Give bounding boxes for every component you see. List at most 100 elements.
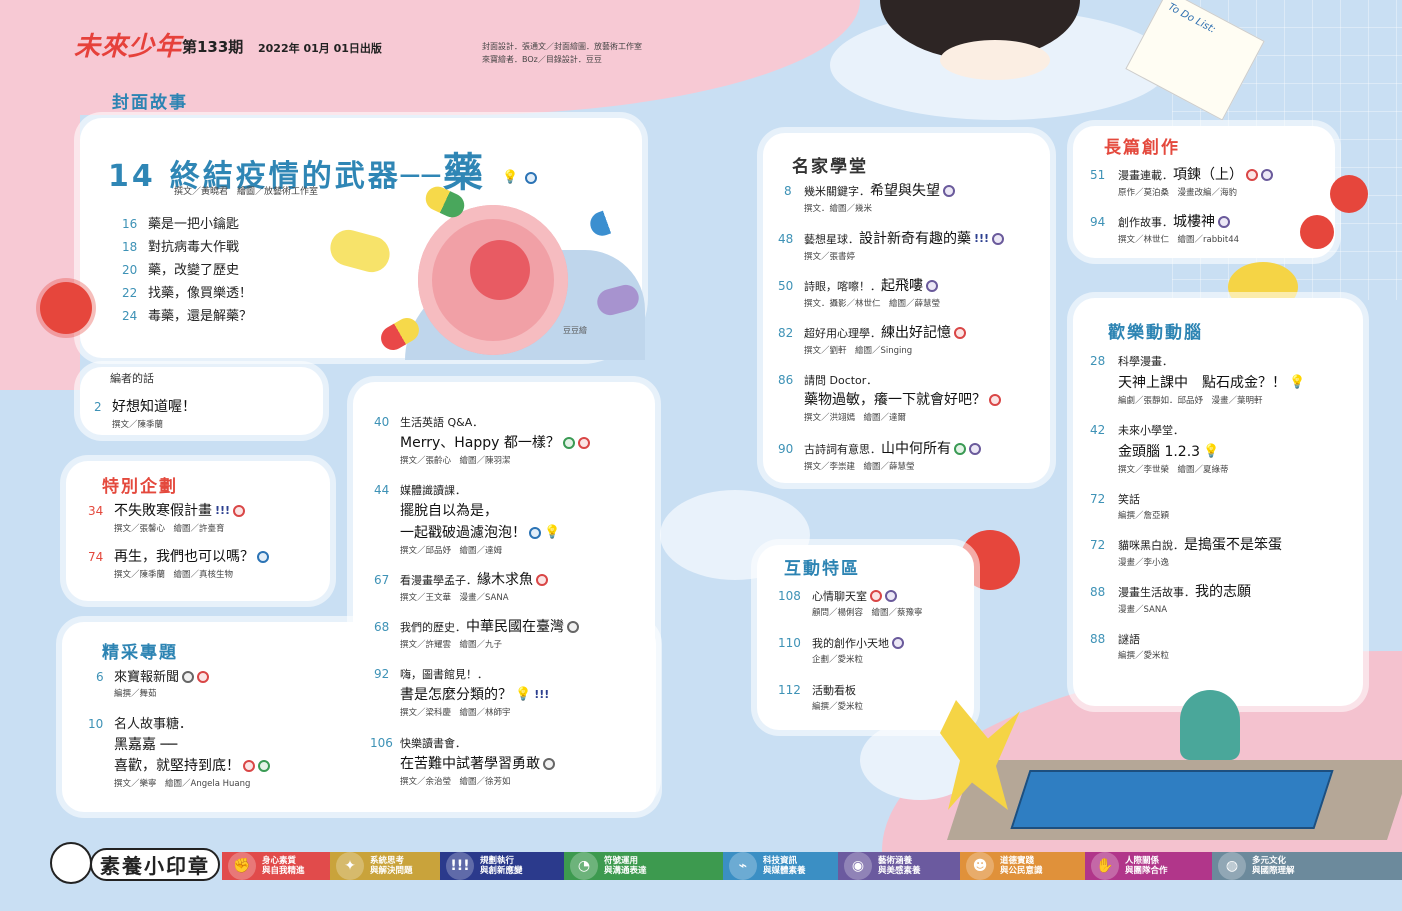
masters-item[interactable]: 48 藝想星球．設計新奇有趣的藥!!! 撰文／張書婷 [778, 228, 1005, 262]
bulb-icon: 💡 [515, 686, 532, 702]
burst-icon: !!! [215, 503, 231, 517]
middle-item-title[interactable]: 書是怎麼分類的？ 💡!!! 撰文／梁科慶 繪圖／林師宇 [400, 684, 549, 718]
middle-item[interactable]: 68 我們的歷史．中華民國在臺灣 撰文／許耀雲 繪圖／九子 [374, 616, 579, 650]
feature-item-title[interactable]: 喜歡，就堅持到底！ 撰文／樂寧 繪圖／Angela Huang [114, 755, 270, 789]
interactive-item[interactable]: 108 心情聊天室 顧問／楊俐容 繪圖／蔡豫寧 [778, 585, 923, 618]
cell-nucleus-illustration [470, 240, 530, 300]
cover-item[interactable]: 24 毒藥，還是解藥？ [122, 305, 252, 324]
literacy-segment: !!! 規劃執行 與創新應變 [440, 852, 570, 880]
fun-item[interactable]: 72 笑話 編撰／詹亞穎 [1090, 488, 1169, 521]
fun-item-title[interactable]: 金頭腦 1.2.3 💡 撰文／李世榮 繪圖／夏綠蒂 [1118, 441, 1229, 475]
fun-item[interactable]: 88 漫畫生活故事．我的志願 漫畫／SANA [1090, 581, 1251, 615]
feature-item-title[interactable]: 黑嘉嘉 ── [114, 734, 177, 754]
middle-item[interactable]: 40 生活英語 Q&A． [374, 411, 483, 430]
literacy-segment: ☻ 道德實踐 與公民意識 [960, 852, 1085, 880]
middle-item[interactable]: 106 快樂讀書會． [370, 732, 466, 751]
palette-icon [1261, 168, 1273, 181]
masters-item-title[interactable]: 藥物過敏，癢一下就會好吧？ 撰文／洪翊嫣 繪圖／達爾 [804, 389, 1001, 423]
bulb-icon: 💡 [1289, 374, 1306, 390]
literacy-segment: ✋ 人際關係 與團隊合作 [1085, 852, 1215, 880]
section-title-feature: 精采專題 [98, 638, 182, 664]
cover-title-big: 藥 [442, 150, 486, 196]
magazine-logo: 未來少年 [74, 32, 183, 62]
interactive-item[interactable]: 112 活動看板 編撰／愛米粒 [778, 679, 863, 712]
masters-item[interactable]: 82 超好用心理學．練出好記憶 撰文／劉軒 繪圖／Singing [778, 322, 966, 356]
palette-icon: ◉ [844, 852, 872, 880]
special-item[interactable]: 34 不失敗寒假計畫!!! 撰文／張馨心 繪圖／許臺育 [88, 500, 246, 534]
fist-icon [870, 589, 882, 602]
feature-item[interactable]: 6 來寶報新聞 編撰／舞茹 [96, 666, 210, 699]
literacy-segment: ◔ 符號運用 與溝通表達 [564, 852, 729, 880]
masters-item[interactable]: 8 幾米關鍵字．希望與失望 撰文．繪圖／幾米 [784, 180, 955, 214]
palette-icon [992, 232, 1005, 245]
fun-item[interactable]: 88 謎語 編撰／愛米粒 [1090, 628, 1169, 661]
cover-item[interactable]: 18 對抗病毒大作戰 [122, 236, 239, 255]
globe-icon [543, 757, 555, 770]
section-title-interactive: 互動特區 [780, 554, 864, 580]
masters-item[interactable]: 90 古詩詞有意思．山中何所有 撰文／李崇建 繪圖／薛慧瑩 [778, 438, 981, 472]
globe-icon [567, 620, 579, 633]
cover-credit: 撰文／黃曉君 繪圖／放藝術工作室 [174, 187, 319, 197]
illustrator-tag: 豆豆繪 [563, 326, 587, 335]
bulb-icon: 💡 [544, 524, 561, 540]
palette-icon [969, 442, 981, 455]
fun-item[interactable]: 28 科學漫畫． [1090, 350, 1173, 369]
cover-page-number: 14 [108, 159, 156, 194]
chat-icon [562, 436, 575, 449]
handshake-icon: ✋ [1091, 852, 1119, 880]
fist-icon [536, 573, 548, 586]
burst-icon: !!! [974, 231, 990, 245]
fist-icon [243, 759, 255, 772]
bulb-icon: 💡 [1203, 443, 1220, 459]
literacy-segment: ✦ 系統思考 與解決問題 [330, 852, 450, 880]
cover-item[interactable]: 16 藥是一把小鑰匙 [122, 213, 239, 232]
credit-line: 封面設計．張通文／封面繪圖．放藝術工作室 [482, 42, 642, 51]
palette-icon [885, 589, 897, 602]
middle-item-title[interactable]: 在苦難中試著學習勇敢 撰文／余治瑩 繪圖／徐芳如 [400, 753, 555, 787]
game-board-illustration [1010, 770, 1334, 829]
cover-item[interactable]: 22 找藥，像買樂透！ [122, 282, 252, 301]
special-item[interactable]: 74 再生，我們也可以嗎？ 撰文／陳季蘭 繪圖／真核生物 [88, 546, 269, 580]
virus-illustration [1300, 215, 1334, 249]
longform-item[interactable]: 51 漫畫連載．項鍊（上） 原作／莫泊桑 漫畫改編／海豹 [1090, 164, 1273, 198]
tech-icon: ⌁ [729, 852, 757, 880]
section-title-longform: 長篇創作 [1100, 133, 1184, 159]
middle-item[interactable]: 67 看漫畫學孟子．緣木求魚 撰文／王文華 漫畫／SANA [374, 569, 548, 603]
chat-icon [954, 442, 966, 455]
masters-item[interactable]: 50 詩眼，喀嚓！．起飛嘍 撰文．攝影／林世仁 繪圖／薛慧瑩 [778, 275, 940, 309]
middle-item[interactable]: 92 嗨，圖書館見！． [374, 663, 488, 682]
feature-item[interactable]: 10 名人故事糖． [88, 713, 192, 732]
people-icon: ☻ [966, 852, 994, 880]
globe-icon [182, 670, 195, 683]
virus-illustration [1330, 175, 1368, 213]
middle-item-title[interactable]: Merry、Happy 都一樣？ 撰文／張齡心 繪圖／陳羽潔 [400, 432, 590, 466]
cover-item[interactable]: 20 藥，改變了歷史 [122, 259, 239, 278]
header-credits: 封面設計．張通文／封面繪圖．放藝術工作室 來寶繪者．BOz／目錄設計．豆豆 [482, 40, 642, 66]
fun-item-title[interactable]: 天神上課中 點石成金？！ 💡 編劇／張靜如．邱品妤 漫畫／葉明軒 [1118, 372, 1305, 406]
section-title-special: 特別企劃 [98, 472, 182, 498]
burst-icon: !!! [446, 852, 474, 880]
burst-icon: !!! [534, 687, 550, 701]
palette-icon [926, 279, 938, 292]
publish-date: 2022年 01月 01日出版 [258, 42, 382, 55]
interactive-item[interactable]: 110 我的創作小天地 企劃／愛米粒 [778, 632, 904, 665]
cover-story-title[interactable]: 14 終結疫情的武器──藥 💡 [108, 140, 537, 198]
palette-icon [892, 636, 904, 649]
tech-icon [529, 526, 541, 539]
editor-item[interactable]: 2 好想知道喔！ 撰文／陳季蘭 [94, 396, 196, 430]
tech-icon [257, 550, 269, 563]
middle-item[interactable]: 44 媒體識讀課． [374, 479, 466, 498]
fist-icon [989, 393, 1001, 406]
tech-icon [524, 171, 537, 184]
literacy-segment: ◉ 藝術涵養 與美感素養 [838, 852, 963, 880]
fun-item[interactable]: 72 貓咪黑白說．是搗蛋不是笨蛋 漫畫／李小逸 [1090, 534, 1282, 568]
virus-illustration [40, 282, 92, 334]
globe-icon: ◍ [1218, 852, 1246, 880]
longform-item[interactable]: 94 創作故事．城樓神 撰文／林世仁 繪圖／rabbit44 [1090, 211, 1239, 245]
masters-item[interactable]: 86 請問 Doctor． [778, 369, 877, 388]
middle-item-title[interactable]: 一起戳破過濾泡泡！ 💡 撰文／邱品妤 繪圖／達姆 [400, 522, 560, 556]
fun-item[interactable]: 42 未來小學堂． [1090, 419, 1184, 438]
literacy-segment: ✊ 身心素質 與自我精進 [222, 852, 340, 880]
literacy-segment: ◍ 多元文化 與國際理解 [1212, 852, 1402, 880]
middle-item-title[interactable]: 擺脫自以為是， [400, 500, 498, 520]
